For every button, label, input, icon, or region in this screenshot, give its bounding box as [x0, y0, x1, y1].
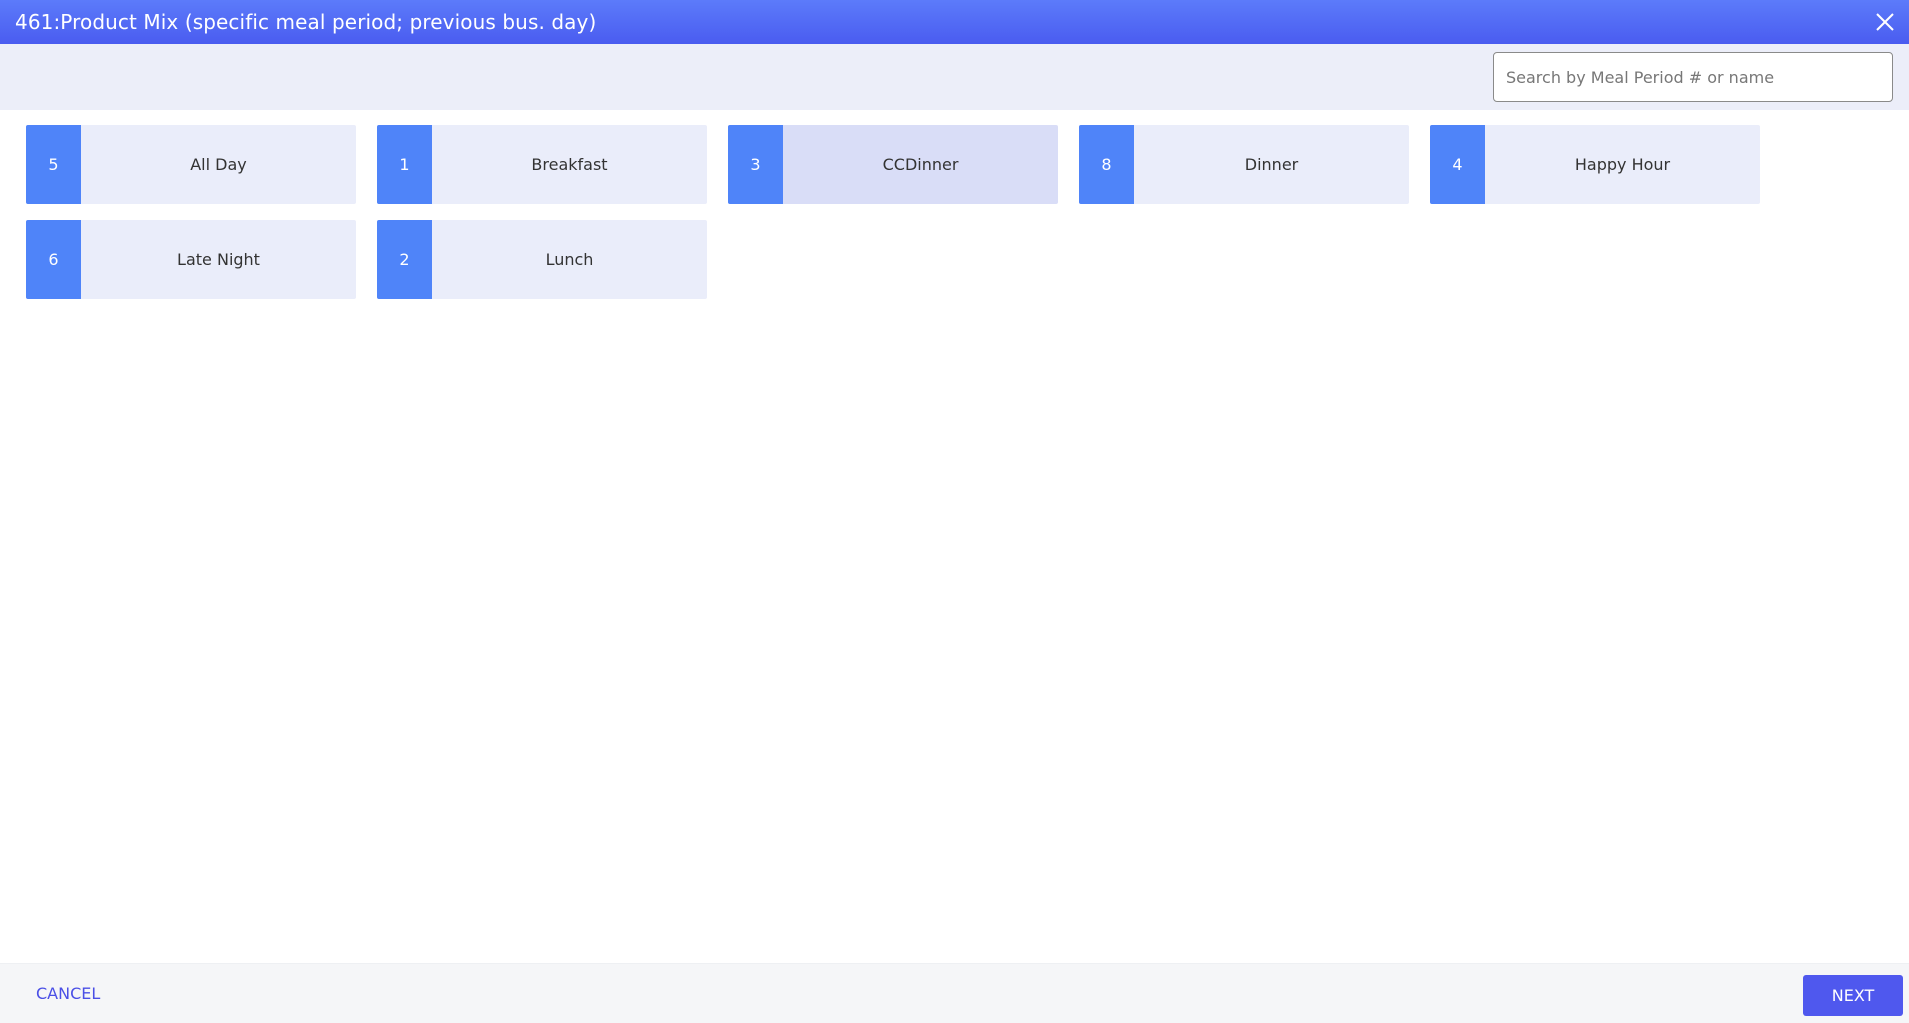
dialog-title: 461:Product Mix (specific meal period; p… [15, 10, 597, 34]
close-button[interactable] [1873, 10, 1897, 34]
meal-period-tile-selected[interactable]: 3 CCDinner [728, 125, 1058, 204]
meal-period-number: 2 [377, 220, 432, 299]
meal-period-name: Breakfast [531, 155, 608, 174]
meal-period-tile[interactable]: 5 All Day [26, 125, 356, 204]
search-input[interactable] [1493, 52, 1893, 102]
search-bar [0, 44, 1909, 110]
meal-period-name: Happy Hour [1574, 155, 1671, 174]
meal-period-tile[interactable]: 1 Breakfast [377, 125, 707, 204]
meal-period-tile[interactable]: 4 Happy Hour [1430, 125, 1760, 204]
next-button[interactable]: NEXT [1803, 975, 1903, 1016]
meal-period-name: All Day [190, 155, 247, 174]
report-dialog: 461:Product Mix (specific meal period; p… [0, 0, 1909, 1023]
close-icon [1876, 13, 1894, 31]
meal-period-tile[interactable]: 8 Dinner [1079, 125, 1409, 204]
meal-period-number: 8 [1079, 125, 1134, 204]
meal-period-number: 1 [377, 125, 432, 204]
meal-period-name: Lunch [545, 250, 594, 269]
meal-period-number: 4 [1430, 125, 1485, 204]
meal-period-name: Late Night [177, 250, 260, 269]
meal-period-tile[interactable]: 2 Lunch [377, 220, 707, 299]
dialog-footer: CANCEL NEXT [0, 963, 1909, 1023]
dialog-header: 461:Product Mix (specific meal period; p… [0, 0, 1909, 44]
meal-period-number: 5 [26, 125, 81, 204]
meal-period-name: Dinner [1244, 155, 1299, 174]
meal-period-number: 3 [728, 125, 783, 204]
meal-period-name: CCDinner [882, 155, 959, 174]
cancel-button[interactable]: CANCEL [36, 984, 100, 1003]
meal-period-tile[interactable]: 6 Late Night [26, 220, 356, 299]
meal-period-number: 6 [26, 220, 81, 299]
